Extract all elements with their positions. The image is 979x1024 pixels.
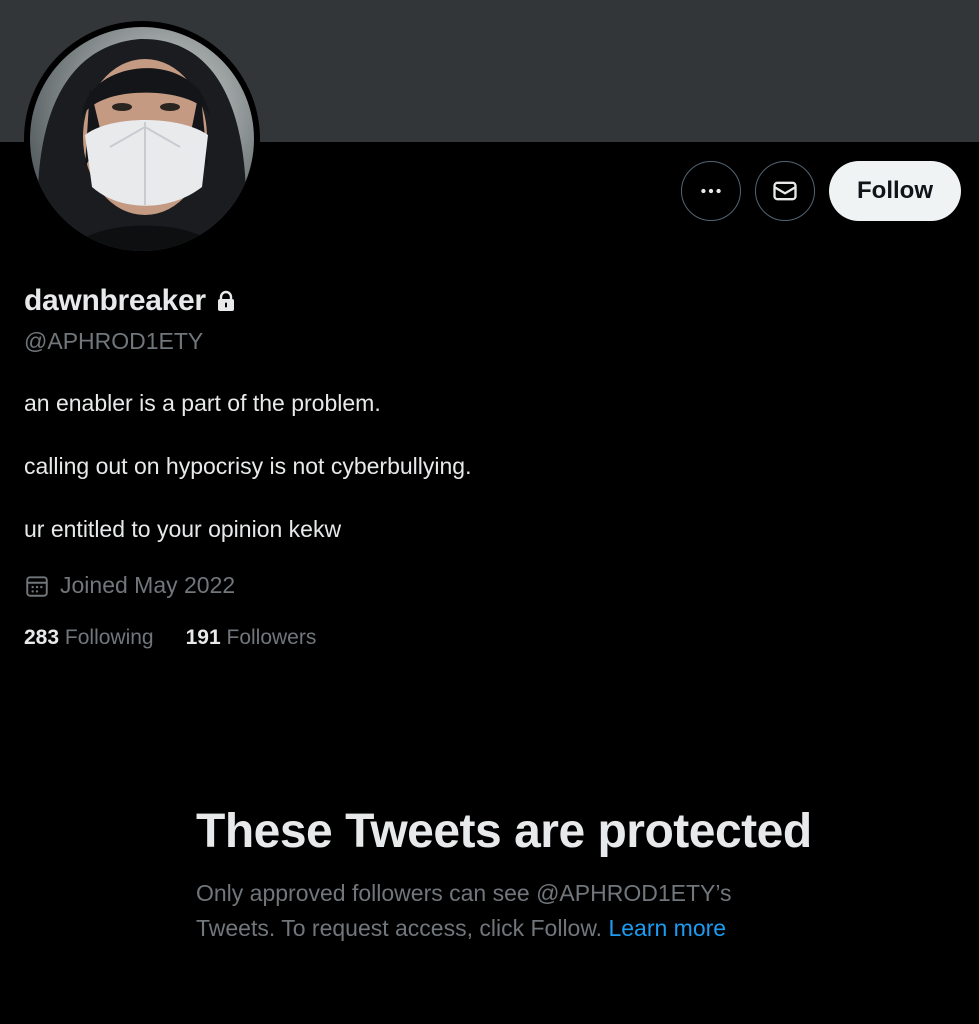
follow-button[interactable]: Follow xyxy=(829,161,961,221)
joined-text: Joined May 2022 xyxy=(60,572,236,598)
following-link[interactable]: 283 Following xyxy=(24,626,154,650)
avatar-photo xyxy=(30,27,254,251)
more-button[interactable] xyxy=(681,161,742,221)
following-count: 283 xyxy=(24,626,60,649)
protected-description: Only approved followers can see @APHROD1… xyxy=(196,876,816,945)
bio-line: calling out on hypocrisy is not cyberbul… xyxy=(24,453,472,480)
calendar-icon xyxy=(26,575,48,597)
following-label: Following xyxy=(64,626,154,649)
protected-title: These Tweets are protected xyxy=(196,805,812,858)
followers-label: Followers xyxy=(226,626,317,649)
avatar-illustration xyxy=(37,38,247,251)
followers-count: 191 xyxy=(185,626,221,649)
display-name: dawnbreaker xyxy=(24,284,206,317)
more-horizontal-icon xyxy=(701,188,721,194)
user-handle: @APHROD1ETY xyxy=(24,328,204,354)
profile-actions: Follow xyxy=(681,161,961,221)
protected-notice: These Tweets are protected Only approved… xyxy=(196,804,816,945)
joined-date: Joined May 2022 xyxy=(24,572,235,599)
followers-link[interactable]: 191 Followers xyxy=(186,626,317,650)
bio-line: ur entitled to your opinion kekw xyxy=(24,516,342,543)
name-row: dawnbreaker xyxy=(24,284,238,318)
lock-icon xyxy=(217,290,234,311)
learn-more-link[interactable]: Learn more xyxy=(608,915,726,941)
message-button[interactable] xyxy=(755,161,816,221)
avatar[interactable] xyxy=(24,21,260,257)
profile-bio: an enabler is a part of the problem. cal… xyxy=(24,388,471,577)
envelope-icon xyxy=(773,181,797,201)
bio-line: an enabler is a part of the problem. xyxy=(24,390,381,416)
follow-stats: 283 Following 191 Followers xyxy=(24,626,316,650)
